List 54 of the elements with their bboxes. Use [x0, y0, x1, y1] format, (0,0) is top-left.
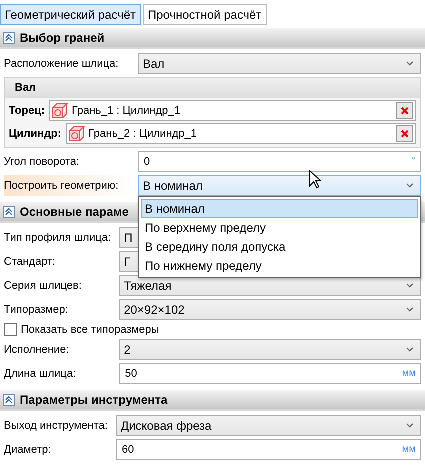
dropdown-field[interactable]: Дисковая фреза: [116, 415, 421, 436]
field-label: Тип профиля шлица:: [4, 230, 112, 246]
close-icon: [400, 106, 408, 114]
field-label: Цилиндр:: [9, 128, 62, 140]
input-field[interactable]: 0 °: [138, 151, 421, 172]
chevron-icon: [406, 422, 414, 428]
section-title: Параметры инструмента: [20, 392, 168, 406]
field-label: Расположение шлица:: [4, 56, 120, 72]
checkbox-label: Показать все типоразмеры: [21, 324, 160, 336]
cube-icon: [68, 126, 85, 142]
input-field[interactable]: 60 мм: [116, 439, 421, 460]
delete-button[interactable]: [396, 125, 413, 142]
chevron-icon: [406, 346, 414, 352]
menu-option[interactable]: По верхнему пределу: [141, 218, 418, 237]
group-title: Вал: [5, 78, 420, 98]
field-label: Длина шлица:: [4, 366, 78, 382]
section-title: Основные параме: [20, 204, 129, 218]
unit-label: °: [412, 156, 416, 167]
menu-option[interactable]: В номинал: [141, 199, 418, 218]
field-label: Серия шлицев:: [4, 278, 83, 294]
field-label: Стандарт:: [4, 254, 57, 270]
field-label: Диаметр:: [4, 442, 52, 458]
input-field[interactable]: 50 мм: [119, 363, 421, 384]
delete-button[interactable]: [396, 102, 413, 119]
dropdown-field[interactable]: 20×92×102: [119, 299, 421, 320]
tab[interactable]: Прочностной расчёт: [143, 4, 267, 25]
unit-label: мм: [402, 444, 416, 455]
unit-label: мм: [402, 368, 416, 379]
collapse-icon[interactable]: [3, 32, 15, 44]
selection-field[interactable]: Грань_2 : Цилиндр_1: [66, 123, 416, 144]
collapse-icon[interactable]: [3, 206, 15, 218]
cube-icon: [52, 102, 68, 118]
cursor-icon: [309, 170, 323, 190]
checkbox[interactable]: [4, 323, 17, 336]
chevron-icon: [406, 60, 414, 66]
field-label: Выход инструмента:: [4, 418, 109, 434]
field-label: Исполнение:: [4, 342, 70, 358]
tab[interactable]: Геометрический расчёт: [0, 4, 141, 25]
field-label: Торец:: [9, 104, 46, 116]
close-icon: [400, 130, 408, 138]
face-value: Грань_1 : Цилиндр_1: [72, 104, 182, 116]
chevron-icon: [406, 282, 414, 288]
chevron-icon: [406, 182, 414, 188]
dropdown-field[interactable]: 2: [119, 339, 421, 360]
menu-option[interactable]: По нижнему пределу: [141, 256, 418, 275]
face-value: Грань_2 : Цилиндр_1: [88, 128, 198, 140]
chevron-icon: [406, 306, 414, 312]
field-label: Типоразмер:: [4, 302, 70, 318]
collapse-icon[interactable]: [3, 394, 15, 406]
field-label: Угол поворота:: [4, 154, 81, 170]
selection-field[interactable]: Грань_1 : Цилиндр_1: [49, 100, 416, 121]
menu-option[interactable]: В середину поля допуска: [141, 237, 418, 256]
section-title: Выбор граней: [20, 30, 105, 44]
dropdown-field[interactable]: Вал: [138, 53, 421, 74]
